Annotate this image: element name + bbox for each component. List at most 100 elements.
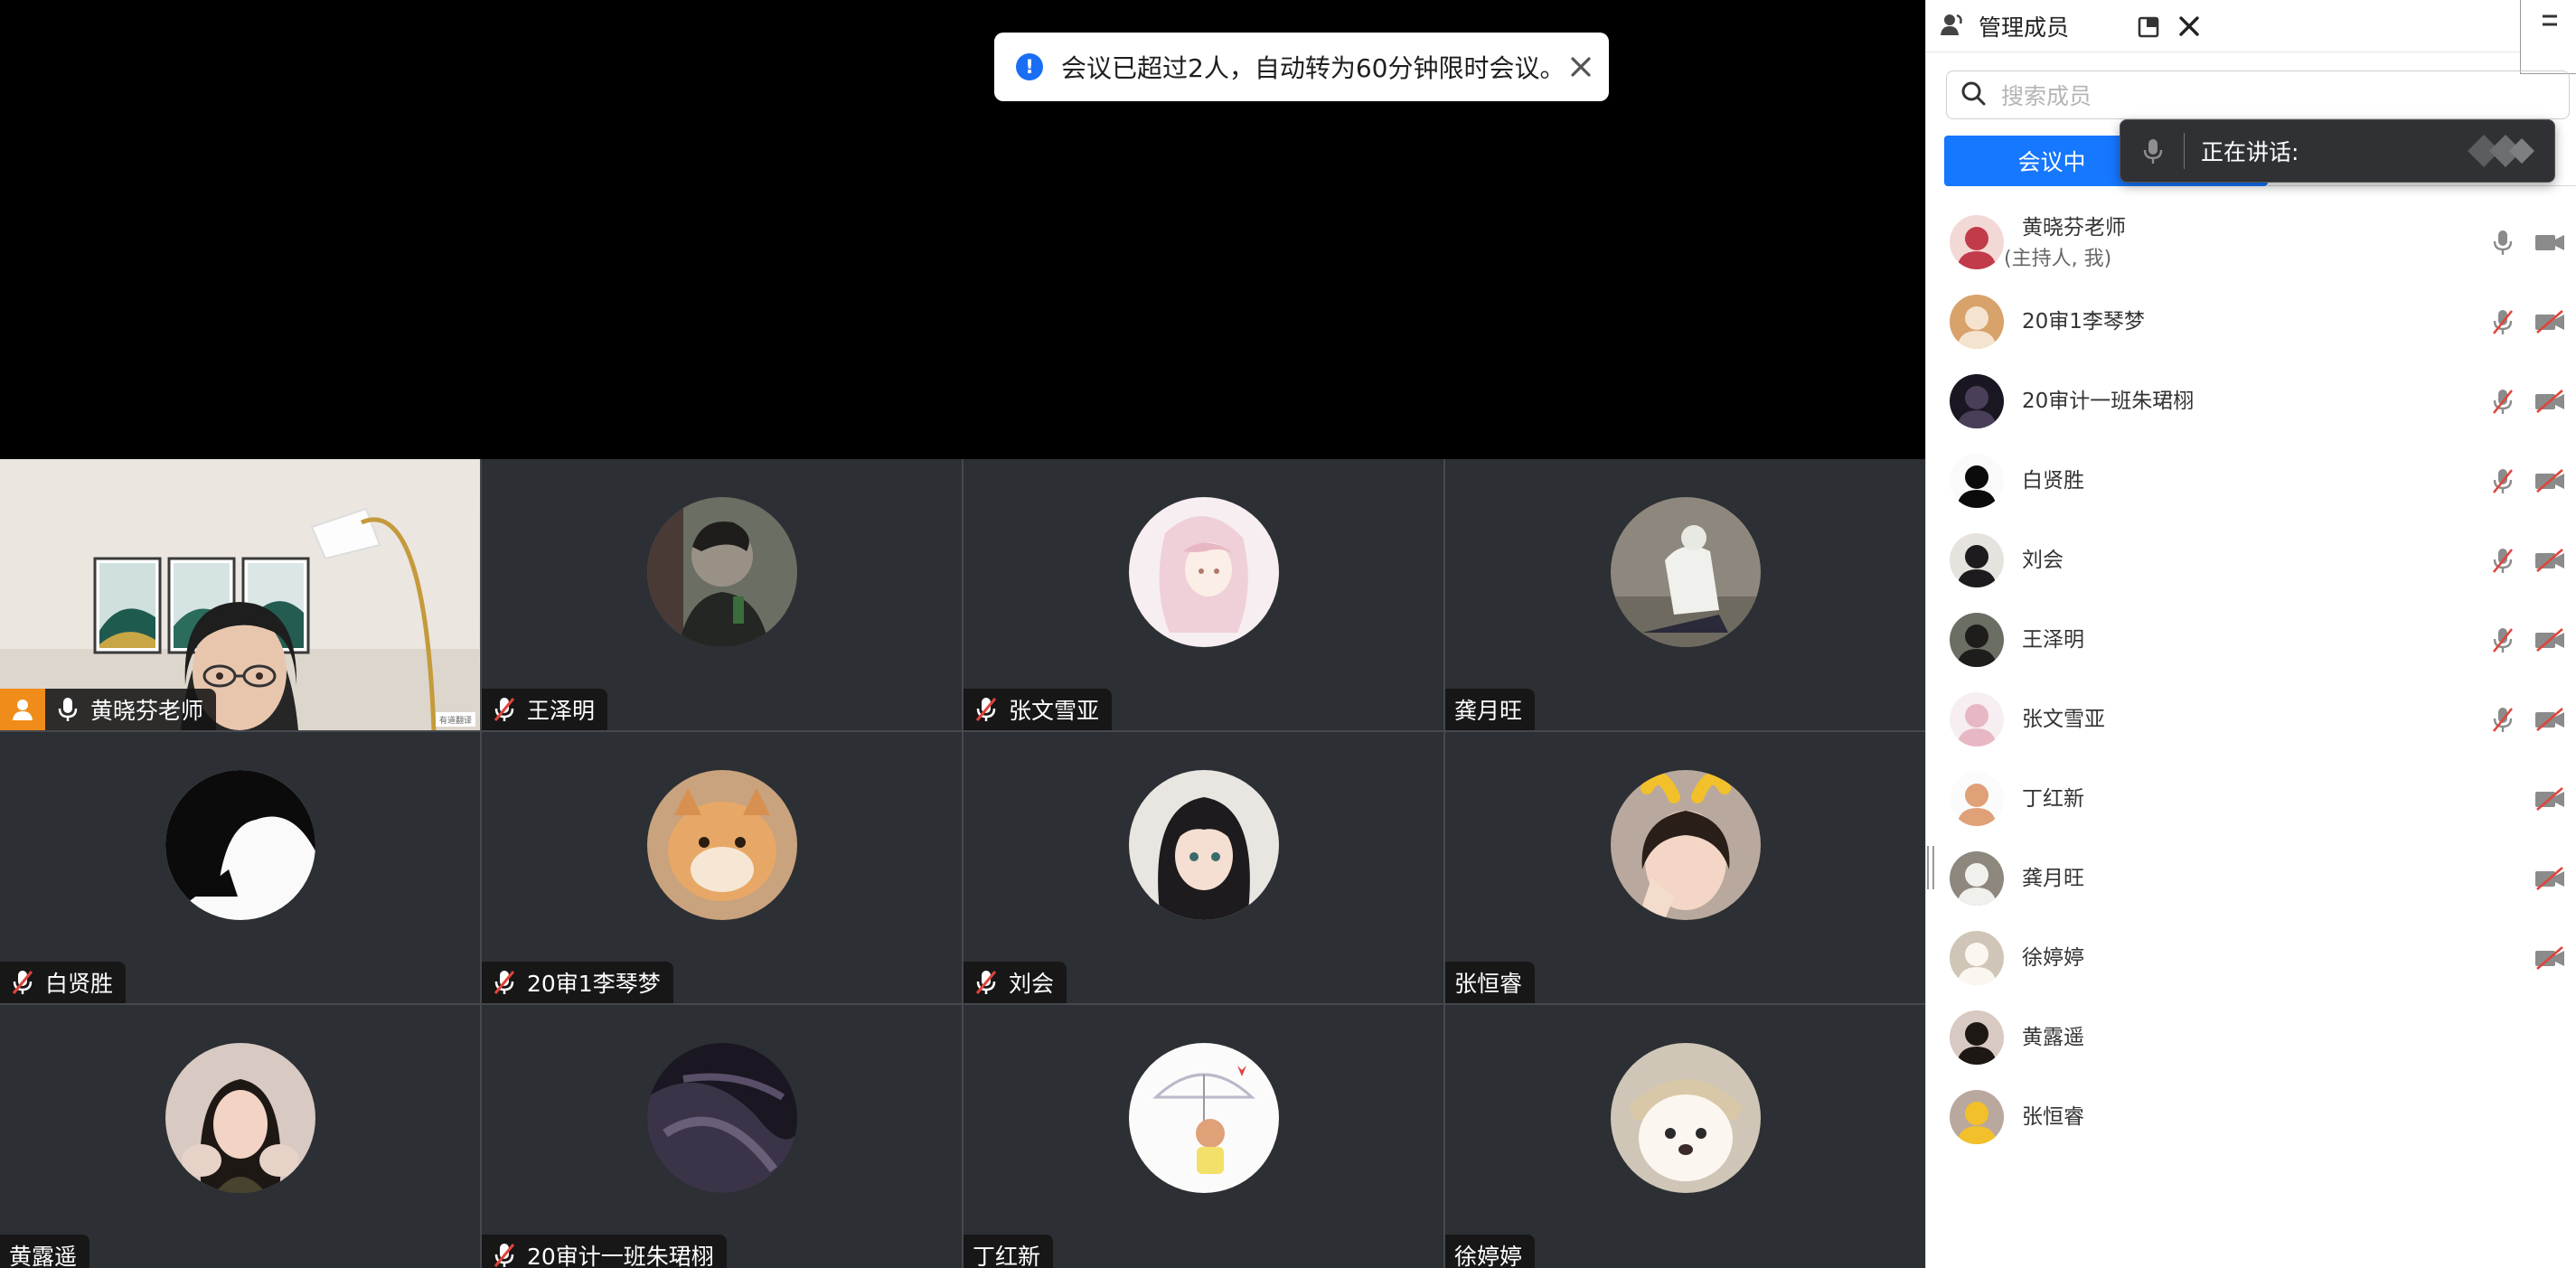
participant-name: 徐婷婷 bbox=[1454, 1244, 1523, 1268]
participant-name: 张恒睿 bbox=[1454, 971, 1523, 997]
member-avatar bbox=[1950, 533, 2004, 587]
member-row[interactable]: 龚月旺 bbox=[1926, 839, 2576, 918]
member-row[interactable]: 刘会 bbox=[1926, 521, 2576, 600]
video-tile[interactable]: 张恒睿 bbox=[1445, 732, 1925, 1003]
microphone-icon bbox=[2139, 133, 2167, 169]
member-controls bbox=[2487, 839, 2576, 918]
member-row[interactable]: 徐婷婷 bbox=[1926, 918, 2576, 998]
member-row[interactable]: 张文雪亚 bbox=[1926, 680, 2576, 759]
video-tile[interactable]: 张文雪亚 bbox=[964, 459, 1443, 730]
camera-off-icon[interactable] bbox=[2534, 544, 2566, 577]
microphone-icon bbox=[54, 696, 81, 723]
video-tile[interactable]: 20审计一班朱珺栩 bbox=[482, 1005, 962, 1268]
member-row[interactable]: 黄晓芬老师 (主持人, 我) bbox=[1926, 202, 2576, 282]
member-controls bbox=[2487, 600, 2576, 680]
microphone-muted-icon[interactable] bbox=[2487, 305, 2519, 338]
microphone-muted-icon[interactable] bbox=[2487, 544, 2519, 577]
member-name: 龚月旺 bbox=[2022, 867, 2084, 890]
video-tile-host[interactable]: 有道翻译 黄晓芬老师 bbox=[0, 459, 480, 730]
microphone-muted-icon[interactable] bbox=[2487, 624, 2519, 656]
member-avatar bbox=[1950, 613, 2004, 667]
microphone-muted-icon bbox=[9, 969, 36, 996]
member-avatar bbox=[1950, 772, 2004, 826]
popout-icon[interactable] bbox=[2134, 11, 2165, 42]
member-row[interactable]: 王泽明 bbox=[1926, 600, 2576, 680]
microphone-muted-icon bbox=[973, 969, 1000, 996]
sound-wave-icon bbox=[2466, 131, 2536, 171]
camera-icon[interactable] bbox=[2534, 226, 2566, 258]
participant-avatar bbox=[646, 1043, 797, 1193]
notification-text: 会议已超过2人，自动转为60分钟限时会议。 bbox=[1061, 53, 1565, 83]
menu-icon[interactable] bbox=[2520, 0, 2576, 74]
camera-off-icon[interactable] bbox=[2534, 783, 2566, 815]
participant-video-grid: 有道翻译 黄晓芬老师 王泽明 张文雪亚 龚月旺 白贤胜 20审1李琴梦 刘会 张… bbox=[0, 459, 1925, 1268]
video-tile[interactable]: 20审1李琴梦 bbox=[482, 732, 962, 1003]
video-tile[interactable]: 丁红新 bbox=[964, 1005, 1443, 1268]
video-tile[interactable]: 黄露遥 bbox=[0, 1005, 480, 1268]
tile-name-label: 龚月旺 bbox=[1445, 689, 1536, 730]
member-avatar bbox=[1950, 692, 2004, 747]
speaking-label: 正在讲话: bbox=[2201, 139, 2299, 165]
member-row[interactable]: 20审1李琴梦 bbox=[1926, 282, 2576, 362]
video-tile[interactable]: 徐婷婷 bbox=[1445, 1005, 1925, 1268]
camera-off-icon[interactable] bbox=[2534, 862, 2566, 895]
member-role: (主持人, 我) bbox=[2004, 248, 2112, 270]
member-name: 黄晓芬老师 bbox=[2022, 216, 2126, 240]
microphone-muted-icon[interactable] bbox=[2487, 465, 2519, 497]
close-panel-icon[interactable] bbox=[2174, 11, 2205, 42]
panel-title: 管理成员 bbox=[1979, 14, 2070, 41]
member-name: 20审计一班朱珺栩 bbox=[2022, 390, 2195, 413]
host-badge bbox=[0, 689, 45, 730]
camera-off-icon[interactable] bbox=[2534, 385, 2566, 418]
member-name: 20审1李琴梦 bbox=[2022, 310, 2145, 333]
divider bbox=[2184, 133, 2185, 169]
member-row[interactable]: 20审计一班朱珺栩 bbox=[1926, 362, 2576, 441]
member-row[interactable]: 丁红新 bbox=[1926, 759, 2576, 839]
member-info: 徐婷婷 bbox=[2004, 944, 2084, 972]
member-row[interactable]: 黄露遥 bbox=[1926, 998, 2576, 1077]
member-info: 20审1李琴梦 bbox=[2004, 307, 2145, 336]
member-name: 张文雪亚 bbox=[2022, 708, 2105, 731]
camera-off-icon[interactable] bbox=[2534, 465, 2566, 497]
member-controls bbox=[2487, 441, 2576, 521]
camera-off-icon[interactable] bbox=[2534, 942, 2566, 974]
microphone-muted-icon[interactable] bbox=[2487, 385, 2519, 418]
tile-name-label: 刘会 bbox=[964, 962, 1067, 1003]
camera-off-icon[interactable] bbox=[2534, 703, 2566, 736]
camera-off-icon[interactable] bbox=[2534, 624, 2566, 656]
video-tile[interactable]: 刘会 bbox=[964, 732, 1443, 1003]
microphone-muted-icon bbox=[491, 696, 518, 723]
member-avatar bbox=[1950, 1010, 2004, 1065]
member-avatar bbox=[1950, 295, 2004, 349]
participant-name: 黄露遥 bbox=[9, 1244, 78, 1268]
search-icon bbox=[1960, 80, 1987, 110]
member-name: 黄露遥 bbox=[2022, 1026, 2084, 1049]
close-icon[interactable] bbox=[1565, 51, 1597, 83]
tile-name-label: 王泽明 bbox=[482, 689, 608, 730]
participant-avatar bbox=[1128, 497, 1279, 647]
member-avatar bbox=[1950, 851, 2004, 906]
member-avatar bbox=[1950, 374, 2004, 428]
microphone-icon[interactable] bbox=[2487, 226, 2519, 258]
member-controls bbox=[2487, 680, 2576, 759]
member-row[interactable]: 白贤胜 bbox=[1926, 441, 2576, 521]
tile-name-label: 白贤胜 bbox=[0, 962, 127, 1003]
member-avatar bbox=[1950, 454, 2004, 508]
video-tile[interactable]: 王泽明 bbox=[482, 459, 962, 730]
panel-resize-handle[interactable] bbox=[1927, 846, 1934, 889]
camera-off-icon[interactable] bbox=[2534, 305, 2566, 338]
tab-label: 会议中 bbox=[2017, 149, 2086, 175]
member-search-input[interactable]: 搜索成员 bbox=[1946, 70, 2570, 119]
meeting-app: ! 会议已超过2人，自动转为60分钟限时会议。 有道翻译 黄晓芬老师 王泽明 张… bbox=[0, 0, 2576, 1268]
video-tile[interactable]: 龚月旺 bbox=[1445, 459, 1925, 730]
participant-avatar bbox=[1128, 770, 1279, 920]
participant-name: 白贤胜 bbox=[45, 971, 114, 997]
microphone-muted-icon[interactable] bbox=[2487, 703, 2519, 736]
member-list: 黄晓芬老师 (主持人, 我) 20审1李琴梦 20审计一班朱珺栩 白贤胜 刘会 … bbox=[1926, 202, 2576, 1157]
member-controls bbox=[2487, 759, 2576, 839]
member-row[interactable]: 张恒睿 bbox=[1926, 1077, 2576, 1157]
speaking-indicator: 正在讲话: bbox=[2120, 119, 2555, 183]
video-tile[interactable]: 白贤胜 bbox=[0, 732, 480, 1003]
participant-name: 丁红新 bbox=[973, 1244, 1041, 1268]
member-info: 丁红新 bbox=[2004, 784, 2084, 813]
